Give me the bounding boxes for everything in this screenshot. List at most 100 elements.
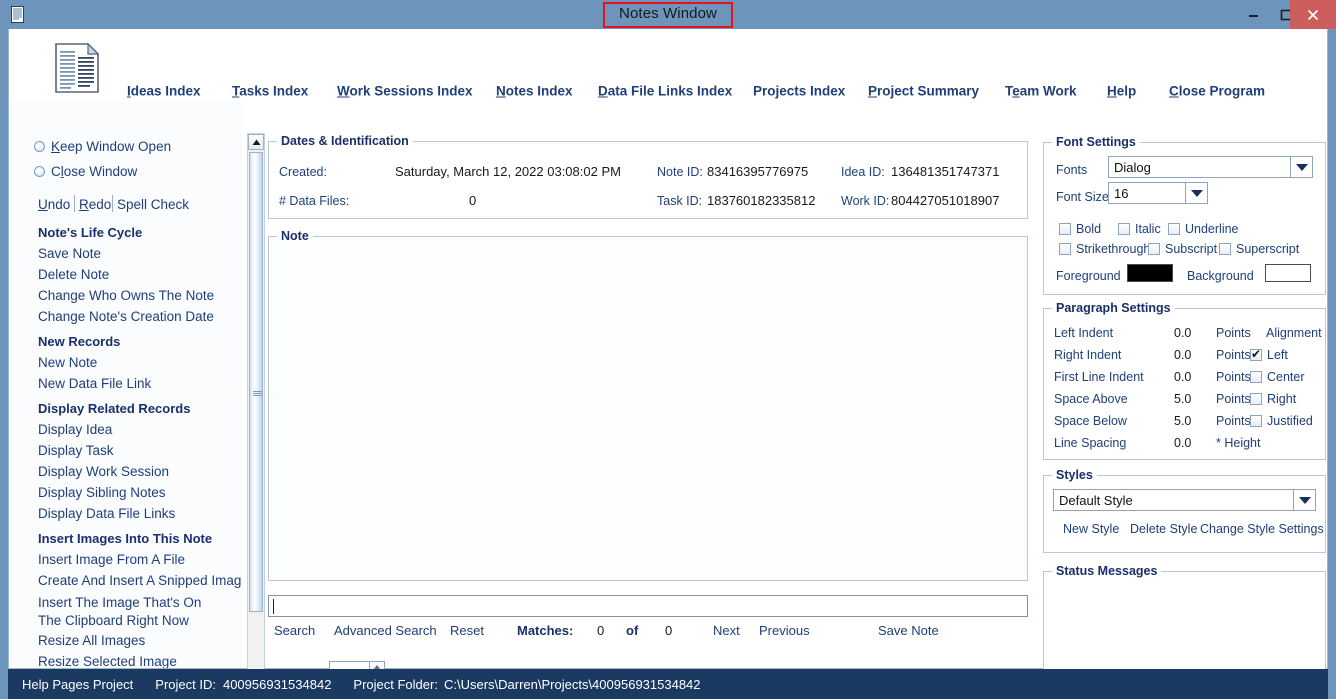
advanced-search-button[interactable]: Advanced Search xyxy=(334,623,437,638)
document-icon xyxy=(55,42,100,93)
divider xyxy=(74,195,75,212)
checkbox-subscript[interactable]: Subscript xyxy=(1148,242,1217,256)
sidebar-scrollbar[interactable] xyxy=(247,133,265,692)
menu-data-file-links-index[interactable]: Data File Links Index xyxy=(598,84,732,99)
font-settings-panel: Font Settings Fonts Dialog Font Size 16 … xyxy=(1043,135,1326,295)
font-family-select[interactable]: Dialog xyxy=(1108,156,1313,178)
checkbox-bold[interactable]: Bold xyxy=(1059,222,1101,236)
checkbox-icon xyxy=(1059,243,1071,255)
sidebar-item-change-creation-date[interactable]: Change Note's Creation Date xyxy=(38,309,214,324)
sidebar-item-new-data-file-link[interactable]: New Data File Link xyxy=(38,376,151,391)
created-label: Created: xyxy=(279,165,327,179)
checkbox-label: Underline xyxy=(1185,222,1239,236)
title-center-wrap: Notes Window xyxy=(0,0,1336,29)
space-above-value: 5.0 xyxy=(1174,392,1192,406)
undo-button[interactable]: Undo xyxy=(38,197,70,212)
minimize-icon xyxy=(1249,15,1258,17)
align-center[interactable]: Center xyxy=(1250,370,1305,384)
paragraph-settings-panel: Paragraph Settings Left Indent 0.0 Point… xyxy=(1043,301,1326,460)
menu-notes-index[interactable]: Notes Index xyxy=(496,84,573,99)
menu-tasks-index[interactable]: Tasks Index xyxy=(232,84,308,99)
note-editor[interactable] xyxy=(271,247,1025,578)
checkbox-strikethrough[interactable]: Strikethrough xyxy=(1059,242,1150,256)
align-left[interactable]: Left xyxy=(1250,347,1288,362)
next-button[interactable]: Next xyxy=(713,623,740,638)
menu-projects-index[interactable]: Projects Index xyxy=(753,84,845,99)
note-id-value: 83416395776975 xyxy=(707,164,809,179)
alignment-label: Alignment xyxy=(1266,326,1322,340)
sidebar-item-save-note[interactable]: Save Note xyxy=(38,246,101,261)
radio-keep-window-open[interactable]: Keep Window Open xyxy=(34,139,171,154)
text-caret xyxy=(273,599,274,614)
foreground-color-swatch[interactable] xyxy=(1127,264,1173,282)
font-settings-title: Font Settings xyxy=(1052,135,1140,149)
fonts-label: Fonts xyxy=(1056,163,1088,177)
sidebar: Keep Window Open Close Window Undo Redo … xyxy=(10,102,242,668)
sidebar-item-display-task[interactable]: Display Task xyxy=(38,443,114,458)
menu-ideas-index[interactable]: Ideas Index xyxy=(127,84,201,99)
chevron-down-icon[interactable] xyxy=(1185,183,1207,203)
sidebar-item-display-sibling-notes[interactable]: Display Sibling Notes xyxy=(38,485,166,500)
sidebar-item-insert-image-from-file[interactable]: Insert Image From A File xyxy=(38,552,185,567)
checkbox-icon xyxy=(1059,223,1071,235)
font-size-select[interactable]: 16 xyxy=(1108,182,1208,204)
style-select[interactable]: Default Style xyxy=(1053,489,1316,511)
scrollbar-thumb[interactable] xyxy=(249,152,263,612)
space-below-value: 5.0 xyxy=(1174,414,1192,428)
menu-team-work[interactable]: Team Work xyxy=(1005,84,1077,99)
sidebar-item-resize-all-images[interactable]: Resize All Images xyxy=(38,633,145,648)
data-files-value: 0 xyxy=(469,193,477,208)
checkbox-underline[interactable]: Underline xyxy=(1168,222,1239,236)
menu-help[interactable]: Help xyxy=(1107,84,1136,99)
sidebar-item-new-note[interactable]: New Note xyxy=(38,355,97,370)
chevron-down-icon[interactable] xyxy=(1293,490,1315,510)
checkbox-label: Justified xyxy=(1267,414,1313,428)
status-bar: Help Pages Project Project ID: 400956931… xyxy=(8,669,1328,699)
checkbox-label: Superscript xyxy=(1236,242,1300,256)
line-spacing-unit: * Height xyxy=(1216,436,1261,450)
foreground-label: Foreground xyxy=(1056,269,1121,283)
sidebar-item-change-owner[interactable]: Change Who Owns The Note xyxy=(38,288,214,303)
sidebar-item-insert-clipboard-image[interactable]: Insert The Image That's On The Clipboard… xyxy=(38,594,228,630)
checkbox-italic[interactable]: Italic xyxy=(1118,222,1161,236)
right-indent-unit: Points xyxy=(1216,348,1251,362)
save-note-button[interactable]: Save Note xyxy=(878,623,939,638)
minimize-button[interactable] xyxy=(1237,0,1270,29)
sidebar-item-resize-selected-image[interactable]: Resize Selected Image xyxy=(38,654,177,668)
sidebar-item-display-idea[interactable]: Display Idea xyxy=(38,422,112,437)
menu-close-program[interactable]: Close Program xyxy=(1169,84,1265,99)
radio-label: Keep Window Open xyxy=(51,139,172,154)
line-spacing-label: Line Spacing xyxy=(1054,436,1127,450)
sidebar-item-create-snipped-image[interactable]: Create And Insert A Snipped Image xyxy=(38,573,242,588)
reset-button[interactable]: Reset xyxy=(450,623,484,638)
redo-button[interactable]: Redo xyxy=(79,197,111,212)
align-justified[interactable]: Justified xyxy=(1250,414,1313,428)
change-style-settings-button[interactable]: Change Style Settings xyxy=(1200,522,1324,536)
background-color-swatch[interactable] xyxy=(1265,264,1311,282)
sidebar-item-display-data-file-links[interactable]: Display Data File Links xyxy=(38,506,175,521)
section-heading-new-records: New Records xyxy=(38,334,121,349)
style-value: Default Style xyxy=(1059,492,1133,508)
delete-style-button[interactable]: Delete Style xyxy=(1130,522,1197,536)
line-spacing-value: 0.0 xyxy=(1174,436,1192,450)
menu-work-sessions-index[interactable]: Work Sessions Index xyxy=(337,84,473,99)
sidebar-item-delete-note[interactable]: Delete Note xyxy=(38,267,109,282)
menu-project-summary[interactable]: Project Summary xyxy=(868,84,979,99)
search-input[interactable] xyxy=(268,595,1028,617)
scroll-up-button[interactable] xyxy=(248,134,264,150)
radio-close-window[interactable]: Close Window xyxy=(34,164,137,179)
first-line-indent-value: 0.0 xyxy=(1174,370,1192,384)
spell-check-button[interactable]: Spell Check xyxy=(117,197,189,212)
menu-bar: Ideas Index Tasks Index Work Sessions In… xyxy=(9,29,1327,101)
align-right[interactable]: Right xyxy=(1250,392,1296,406)
checkbox-label: Center xyxy=(1267,370,1305,384)
search-button[interactable]: Search xyxy=(274,623,315,638)
close-button[interactable] xyxy=(1290,0,1336,29)
chevron-down-icon[interactable] xyxy=(1290,157,1312,177)
checkbox-superscript[interactable]: Superscript xyxy=(1219,242,1299,256)
new-style-button[interactable]: New Style xyxy=(1063,522,1119,536)
sidebar-item-display-work-session[interactable]: Display Work Session xyxy=(38,464,169,479)
task-id-label: Task ID: xyxy=(657,194,703,208)
first-line-indent-unit: Points xyxy=(1216,370,1251,384)
previous-button[interactable]: Previous xyxy=(759,623,810,638)
